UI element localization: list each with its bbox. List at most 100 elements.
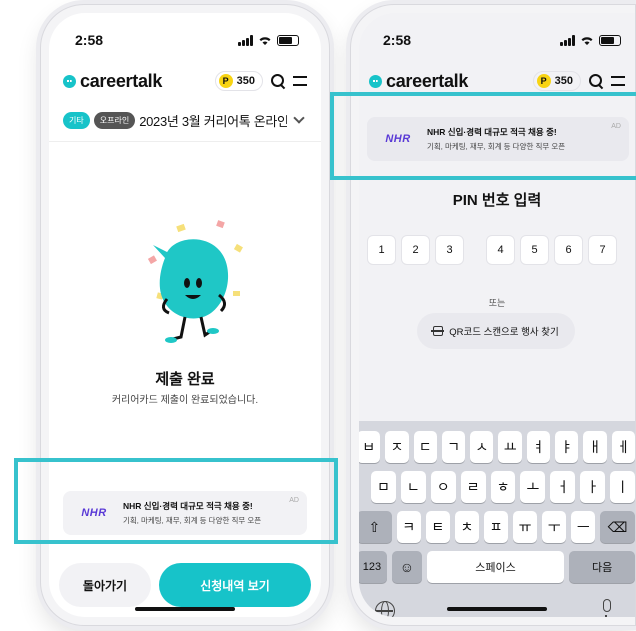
key[interactable]: ㅣ xyxy=(610,471,635,503)
space-key[interactable]: 스페이스 xyxy=(426,551,565,583)
key[interactable]: ㅋ xyxy=(396,511,421,543)
logo-mark-icon xyxy=(369,74,382,88)
key[interactable]: ㅡ xyxy=(571,511,596,543)
nhr-logo: NHR xyxy=(81,507,107,519)
submission-complete-message: 커리어카드 제출이 완료되었습니다. xyxy=(111,395,259,406)
wifi-icon xyxy=(581,36,593,45)
status-bar: 2:58 xyxy=(75,31,299,49)
points-badge[interactable]: P 350 xyxy=(214,71,263,91)
keyboard-row-2: ㅁ ㄴ ㅇ ㄹ ㅎ ㅗ ㅓ ㅏ ㅣ xyxy=(371,471,635,503)
korean-keyboard: ㅂ ㅈ ㄷ ㄱ ㅅ ㅛ ㅕ ㅑ ㅐ ㅔ ㅁ ㄴ ㅇ ㄹ ㅎ ㅗ ㅓ ㅏ ㅣ ⇧ … xyxy=(359,421,635,617)
careertalk-logo[interactable]: careertalk xyxy=(369,71,468,92)
keyboard-row-1: ㅂ ㅈ ㄷ ㄱ ㅅ ㅛ ㅕ ㅑ ㅐ ㅔ xyxy=(359,431,635,463)
category-tag: 기타 xyxy=(63,111,90,129)
key[interactable]: ㅛ xyxy=(498,431,522,463)
pin-digit-3[interactable]: 3 xyxy=(435,235,464,265)
view-applications-button[interactable]: 신청내역 보기 xyxy=(159,563,311,607)
ad-description: 기획, 마케팅, 재무, 회계 등 다양한 직무 오픈 xyxy=(427,142,566,151)
key[interactable]: ㅠ xyxy=(513,511,538,543)
numbers-key[interactable]: 123 xyxy=(359,551,387,583)
return-key[interactable]: 다음 xyxy=(569,551,635,583)
submission-complete-title: 제출 완료 xyxy=(155,371,215,388)
signal-icon xyxy=(560,34,575,46)
key[interactable]: ㄷ xyxy=(413,431,437,463)
screen-submission-complete: 2:58 careertalk P 350 기타 오프라인 2023년 3월 커… xyxy=(49,13,321,617)
menu-icon[interactable] xyxy=(293,76,307,86)
coin-icon: P xyxy=(536,74,551,88)
keyboard-row-3: ⇧ ㅋ ㅌ ㅊ ㅍ ㅠ ㅜ ㅡ ⌫ xyxy=(359,511,635,543)
globe-icon[interactable] xyxy=(375,601,395,617)
key[interactable]: ㅏ xyxy=(580,471,606,503)
ad-title: NHR 신입·경력 대규모 적극 채용 중! xyxy=(427,127,557,137)
key[interactable]: ㅜ xyxy=(542,511,567,543)
pin-digit-2[interactable]: 2 xyxy=(401,235,430,265)
key[interactable]: ㅈ xyxy=(385,431,409,463)
nhr-logo: NHR xyxy=(385,133,411,145)
status-time: 2:58 xyxy=(383,32,412,48)
key[interactable]: ㄹ xyxy=(460,471,486,503)
pin-digit-6[interactable]: 6 xyxy=(554,235,583,265)
status-time: 2:58 xyxy=(75,32,104,48)
menu-icon[interactable] xyxy=(611,76,625,86)
home-indicator[interactable] xyxy=(135,607,235,611)
logo-mark-icon xyxy=(63,74,76,88)
divider xyxy=(49,141,321,142)
pin-digit-1[interactable]: 1 xyxy=(367,235,396,265)
key[interactable]: ㅎ xyxy=(490,471,516,503)
key[interactable]: ㅓ xyxy=(550,471,576,503)
bottom-actions: 돌아가기 신청내역 보기 xyxy=(59,563,311,607)
chevron-down-icon[interactable] xyxy=(293,112,305,124)
search-icon[interactable] xyxy=(588,73,604,89)
microphone-icon[interactable] xyxy=(603,599,611,617)
points-value: 350 xyxy=(236,75,255,87)
app-header: careertalk P 350 xyxy=(63,69,307,93)
event-selector[interactable]: 기타 오프라인 2023년 3월 커리어톡 온라인(메... xyxy=(63,109,307,131)
ad-description: 기획, 마케팅, 재무, 회계 등 다양한 직무 오픈 xyxy=(123,516,262,525)
key[interactable]: ㅕ xyxy=(526,431,551,463)
signal-icon xyxy=(238,34,253,46)
shift-key[interactable]: ⇧ xyxy=(359,511,392,543)
key[interactable]: ㅌ xyxy=(425,511,450,543)
delete-key[interactable]: ⌫ xyxy=(600,511,635,543)
key[interactable]: ㄱ xyxy=(441,431,466,463)
pin-input-row: 1 2 3 4 5 6 7 xyxy=(367,235,635,265)
back-button[interactable]: 돌아가기 xyxy=(59,563,151,607)
key[interactable]: ㄴ xyxy=(400,471,426,503)
key[interactable]: ㅐ xyxy=(583,431,607,463)
pin-digit-5[interactable]: 5 xyxy=(520,235,549,265)
app-header: careertalk P 350 xyxy=(369,69,625,93)
battery-icon xyxy=(599,34,621,46)
key[interactable]: ㅊ xyxy=(454,511,479,543)
search-icon[interactable] xyxy=(270,73,286,89)
event-title: 2023년 3월 커리어톡 온라인(메... xyxy=(139,113,287,129)
battery-icon xyxy=(277,34,299,46)
key[interactable]: ㅗ xyxy=(520,471,546,503)
key[interactable]: ㅁ xyxy=(371,471,396,503)
pin-digit-4[interactable]: 4 xyxy=(486,235,515,265)
qr-scan-icon xyxy=(431,326,445,336)
key[interactable]: ㅑ xyxy=(555,431,579,463)
screen-pin-entry: 2:58 careertalk P 350 NHR NHR 신입·경력 대규모 … xyxy=(359,13,635,617)
ad-badge: AD xyxy=(611,123,621,130)
qr-scan-button[interactable]: QR코드 스캔으로 행사 찾기 xyxy=(417,313,575,349)
format-tag: 오프라인 xyxy=(93,111,136,129)
emoji-key[interactable]: ☺ xyxy=(391,551,422,583)
key[interactable]: ㅅ xyxy=(470,431,494,463)
keyboard-row-4: 123 ☺ 스페이스 다음 xyxy=(359,551,635,583)
ad-banner[interactable]: NHR NHR 신입·경력 대규모 적극 채용 중! 기획, 마케팅, 재무, … xyxy=(367,117,629,161)
wifi-icon xyxy=(259,36,271,45)
phone-frame-left: 2:58 careertalk P 350 기타 오프라인 2023년 3월 커… xyxy=(40,4,330,626)
key[interactable]: ㅇ xyxy=(430,471,456,503)
home-indicator[interactable] xyxy=(447,607,547,611)
points-badge[interactable]: P 350 xyxy=(532,71,581,91)
key[interactable]: ㅔ xyxy=(611,431,635,463)
key[interactable]: ㅍ xyxy=(483,511,509,543)
pin-digit-7[interactable]: 7 xyxy=(588,235,617,265)
mascot-illustration xyxy=(147,220,243,343)
ad-banner[interactable]: NHR NHR 신입·경력 대규모 적극 채용 중! 기획, 마케팅, 재무, … xyxy=(63,491,307,535)
status-bar: 2:58 xyxy=(383,31,621,49)
careertalk-logo[interactable]: careertalk xyxy=(63,71,162,92)
ad-title: NHR 신입·경력 대규모 적극 채용 중! xyxy=(123,501,253,511)
key[interactable]: ㅂ xyxy=(359,431,381,463)
coin-icon: P xyxy=(218,74,233,88)
